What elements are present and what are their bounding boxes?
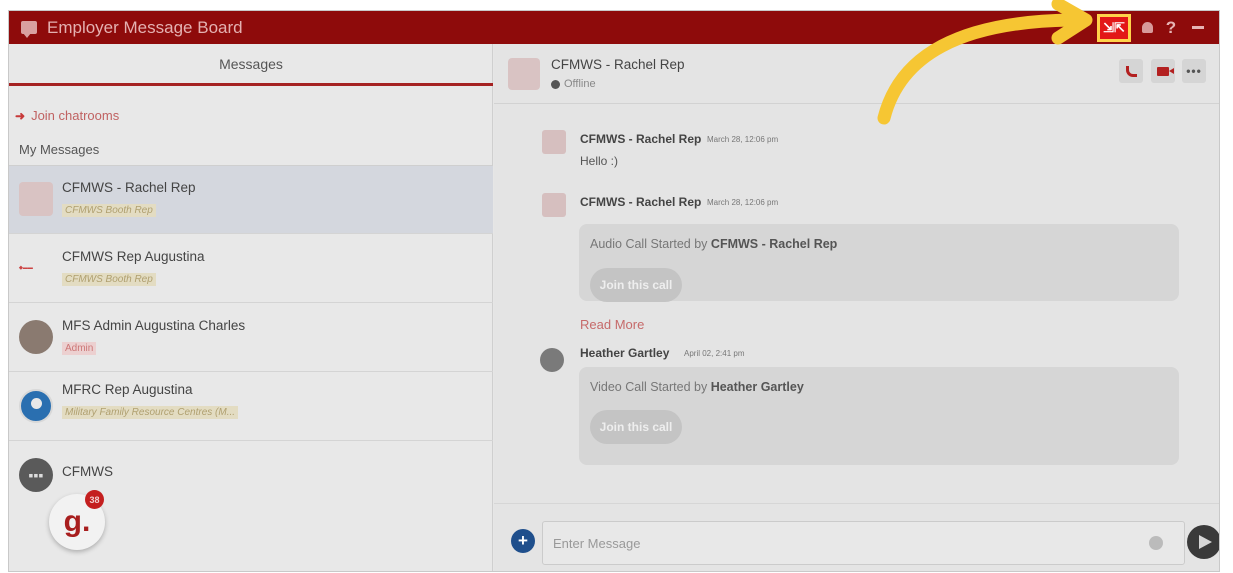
- message-timestamp: March 28, 12:06 pm: [707, 198, 779, 207]
- chat-panel: CFMWS - Rachel Rep Offline ••• CFMWS - R…: [494, 44, 1219, 571]
- chat-bubble-icon: [21, 21, 37, 38]
- video-call-card: Video Call Started by Heather Gartley Jo…: [579, 367, 1179, 465]
- window-title: Employer Message Board: [47, 17, 243, 37]
- ellipsis-icon: •••: [1186, 64, 1202, 78]
- audio-call-card: Audio Call Started by CFMWS - Rachel Rep…: [579, 224, 1179, 302]
- contact-role: CFMWS Booth Rep: [62, 273, 156, 286]
- contact-role: Admin: [62, 342, 97, 355]
- avatar: [542, 193, 566, 217]
- chat-contact-name: CFMWS - Rachel Rep: [551, 57, 685, 72]
- contact-name: CFMWS Rep Augustina: [62, 249, 205, 264]
- status-dot-icon: [551, 79, 560, 89]
- contact-item-mfrc-augustina[interactable]: MFRC Rep Augustina Military Family Resou…: [9, 373, 493, 441]
- contact-role: CFMWS Booth Rep: [62, 204, 156, 217]
- message-sender: Heather Gartley: [580, 346, 670, 360]
- send-button[interactable]: [1187, 525, 1219, 559]
- plus-icon: +: [518, 531, 528, 550]
- join-chatrooms-label: Join chatrooms: [31, 108, 120, 123]
- presence-status: Offline: [551, 78, 596, 90]
- bell-icon: [1141, 22, 1153, 33]
- notification-count-badge: 38: [85, 490, 104, 509]
- attach-button[interactable]: +: [511, 529, 535, 553]
- titlebar: Employer Message Board ⇲⇱ ?: [9, 11, 1219, 44]
- contact-role: Military Family Resource Centres (M...: [62, 406, 239, 419]
- avatar: [19, 320, 53, 354]
- tab-messages[interactable]: Messages: [9, 44, 493, 86]
- notifications-button[interactable]: [1140, 15, 1154, 40]
- contact-name: CFMWS: [62, 464, 113, 479]
- join-call-button[interactable]: Join this call: [590, 410, 682, 444]
- contacts-panel: Messages ➜ Join chatrooms My Messages CF…: [9, 44, 493, 571]
- emoji-icon[interactable]: [1149, 536, 1163, 550]
- contact-item-admin-augustina[interactable]: MFS Admin Augustina Charles Admin: [9, 304, 493, 372]
- message-timestamp: April 02, 2:41 pm: [684, 349, 745, 358]
- minimize-icon: [1192, 26, 1204, 29]
- video-camera-icon: [1157, 66, 1174, 76]
- compress-icon: ⇲⇱: [1103, 20, 1125, 35]
- video-call-button[interactable]: [1151, 59, 1175, 83]
- exit-fullscreen-button[interactable]: ⇲⇱: [1097, 14, 1131, 42]
- join-call-button[interactable]: Join this call: [590, 268, 682, 302]
- message-composer: +: [494, 503, 1219, 571]
- contact-name: MFS Admin Augustina Charles: [62, 318, 246, 333]
- chat-group-icon: ▪▪▪: [19, 458, 53, 492]
- message-timestamp: March 28, 12:06 pm: [707, 135, 779, 144]
- chat-header: CFMWS - Rachel Rep Offline •••: [494, 44, 1219, 104]
- message-sender: CFMWS - Rachel Rep: [580, 195, 702, 209]
- contact-item-rep-augustina[interactable]: ◆▬▬ CFMWS Rep Augustina CFMWS Booth Rep: [9, 235, 493, 303]
- user-icon: [540, 348, 564, 372]
- status-label: Offline: [564, 78, 596, 90]
- read-more-link[interactable]: Read More: [580, 317, 644, 332]
- phone-icon: [1125, 65, 1137, 77]
- message-board-window: Employer Message Board ⇲⇱ ? Messages ➜ J…: [8, 10, 1220, 572]
- contact-name: MFRC Rep Augustina: [62, 382, 193, 397]
- minimize-button[interactable]: [1187, 15, 1209, 40]
- join-chatrooms-link[interactable]: ➜ Join chatrooms: [15, 108, 119, 123]
- message-text: Hello :): [580, 154, 619, 168]
- avatar: [508, 58, 540, 90]
- sign-in-icon: ➜: [15, 108, 26, 123]
- send-icon: [1199, 535, 1212, 549]
- logo-avatar: ◆▬▬: [19, 265, 33, 271]
- call-started-text: Video Call Started by Heather Gartley: [590, 380, 804, 394]
- call-started-text: Audio Call Started by CFMWS - Rachel Rep: [590, 237, 838, 251]
- contact-item-rachel-rep[interactable]: CFMWS - Rachel Rep CFMWS Booth Rep: [9, 166, 493, 234]
- avatar: [19, 182, 53, 216]
- message-input[interactable]: [542, 521, 1185, 565]
- avatar: [542, 130, 566, 154]
- message-sender: CFMWS - Rachel Rep: [580, 132, 702, 146]
- user-icon: [19, 389, 53, 423]
- help-button[interactable]: ?: [1162, 15, 1180, 40]
- audio-call-button[interactable]: [1119, 59, 1143, 83]
- more-options-button[interactable]: •••: [1182, 59, 1206, 83]
- contact-name: CFMWS - Rachel Rep: [62, 180, 196, 195]
- my-messages-heading: My Messages: [19, 142, 100, 157]
